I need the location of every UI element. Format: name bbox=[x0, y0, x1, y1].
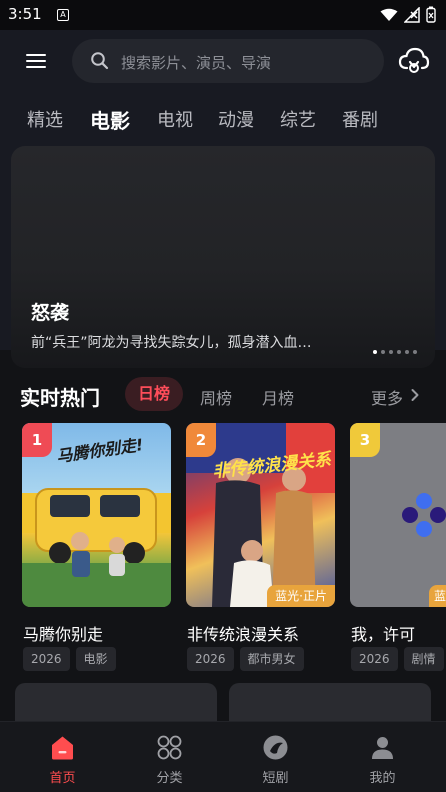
nav-label: 分类 bbox=[156, 771, 183, 786]
movie-poster: 非传统浪漫关系 2 蓝光·正片 bbox=[186, 423, 335, 607]
pager-dot bbox=[405, 350, 409, 354]
movie-tags: 2026 电影 bbox=[23, 647, 116, 671]
bottom-navigation: 首页 分类 短剧 我的 bbox=[0, 721, 446, 792]
movie-title: 我，许可 bbox=[351, 625, 416, 644]
banner-pager bbox=[373, 350, 417, 354]
tab-movies[interactable]: 电影 bbox=[90, 105, 130, 134]
genre-tag: 电影 bbox=[75, 647, 116, 671]
movie-title: 非传统浪漫关系 bbox=[187, 625, 300, 644]
tab-anime[interactable]: 动漫 bbox=[218, 106, 254, 132]
year-tag: 2026 bbox=[23, 647, 70, 671]
pager-dot bbox=[373, 350, 377, 354]
genre-tag: 剧情 bbox=[403, 647, 444, 671]
year-tag: 2026 bbox=[351, 647, 398, 671]
rank-badge: 2 bbox=[186, 423, 216, 457]
wifi-icon bbox=[380, 8, 398, 21]
tab-weekly[interactable]: 周榜 bbox=[200, 385, 232, 409]
movie-tags: 2026 剧情 bbox=[351, 647, 444, 671]
rank-badge: 3 bbox=[350, 423, 380, 457]
tab-tv[interactable]: 电视 bbox=[157, 106, 193, 132]
status-indicators bbox=[380, 6, 436, 23]
year-tag: 2026 bbox=[187, 647, 234, 671]
home-icon bbox=[52, 736, 73, 760]
tab-series[interactable]: 番剧 bbox=[342, 106, 378, 132]
search-icon bbox=[91, 52, 109, 70]
banner-title: 怒袭 bbox=[31, 302, 70, 324]
section-title-hot: 实时热门 bbox=[20, 386, 100, 410]
quality-badge: 蓝光·正片 bbox=[267, 585, 335, 607]
pager-dot bbox=[397, 350, 401, 354]
status-time: 3:51 bbox=[8, 5, 42, 23]
signal-icon bbox=[404, 6, 420, 23]
nav-label: 短剧 bbox=[262, 771, 289, 786]
movie-title: 马腾你别走 bbox=[23, 625, 104, 644]
category-icon bbox=[157, 735, 182, 760]
tab-monthly[interactable]: 月榜 bbox=[262, 385, 294, 409]
short-drama-icon bbox=[263, 735, 288, 760]
pager-dot bbox=[413, 350, 417, 354]
nav-profile[interactable]: 我的 bbox=[327, 722, 438, 792]
quality-badge: 蓝 bbox=[429, 585, 446, 607]
nav-label: 我的 bbox=[369, 771, 396, 786]
pager-dot bbox=[381, 350, 385, 354]
nav-short-drama[interactable]: 短剧 bbox=[220, 722, 331, 792]
tab-featured[interactable]: 精选 bbox=[27, 106, 63, 132]
cloud-download-icon[interactable] bbox=[398, 46, 430, 76]
notification-icon: A bbox=[57, 9, 69, 21]
pager-dot bbox=[389, 350, 393, 354]
profile-icon bbox=[372, 737, 393, 759]
battery-icon bbox=[426, 6, 436, 23]
banner-description: 前“兵王”阿龙为寻找失踪女儿，孤身潜入血… bbox=[31, 335, 312, 351]
movie-poster: 马腾你别走! 1 bbox=[22, 423, 171, 607]
chevron-right-icon[interactable] bbox=[410, 388, 420, 402]
featured-banner[interactable]: 怒袭 前“兵王”阿龙为寻找失踪女儿，孤身潜入血… bbox=[11, 146, 435, 368]
nav-label: 首页 bbox=[49, 771, 76, 786]
movie-poster: 3 蓝 bbox=[350, 423, 446, 607]
search-input[interactable]: 搜索影片、演员、导演 bbox=[121, 52, 271, 73]
movie-card[interactable]: 马腾你别走! 1 马腾你别走 2026 电影 bbox=[22, 423, 171, 671]
rank-badge: 1 bbox=[22, 423, 52, 457]
genre-tag: 都市男女 bbox=[239, 647, 304, 671]
movie-card[interactable]: 3 蓝 我，许可 2026 剧情 bbox=[350, 423, 446, 683]
search-bar[interactable]: 搜索影片、演员、导演 bbox=[72, 39, 384, 83]
nav-category[interactable]: 分类 bbox=[114, 722, 225, 792]
tab-variety[interactable]: 综艺 bbox=[280, 106, 316, 132]
more-link[interactable]: 更多 bbox=[371, 385, 403, 409]
movie-card[interactable]: 非传统浪漫关系 2 蓝光·正片 非传统浪漫关系 2026 都市男女 bbox=[186, 423, 335, 671]
status-bar: 3:51 A bbox=[0, 0, 446, 30]
nav-home[interactable]: 首页 bbox=[7, 722, 118, 792]
tab-daily[interactable]: 日榜 bbox=[125, 377, 183, 411]
menu-icon[interactable] bbox=[25, 51, 49, 71]
movie-tags: 2026 都市男女 bbox=[187, 647, 304, 671]
